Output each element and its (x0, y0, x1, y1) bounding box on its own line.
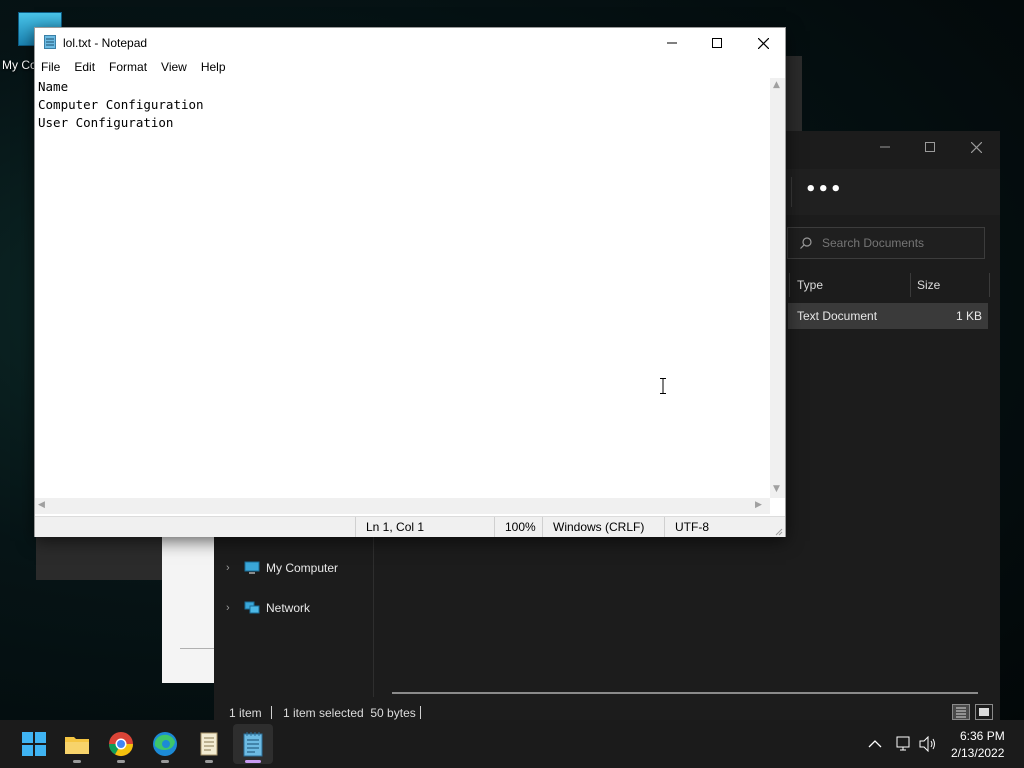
scroll-right-arrow-icon[interactable]: ▶ (755, 500, 762, 510)
menu-format[interactable]: Format (103, 58, 153, 78)
close-button[interactable] (740, 28, 786, 58)
text-editor[interactable]: Name Computer Configuration User Configu… (35, 78, 770, 498)
background-window (36, 536, 166, 580)
close-icon (970, 141, 982, 153)
volume-icon[interactable] (919, 736, 937, 752)
column-separator (789, 273, 790, 297)
column-separator (910, 273, 911, 297)
notepad-icon[interactable] (239, 730, 267, 758)
document-line (180, 648, 214, 649)
scroll-left-arrow-icon[interactable]: ◀ (38, 500, 45, 510)
search-input[interactable] (820, 235, 974, 251)
column-header-type[interactable]: Type (797, 278, 823, 292)
chevron-right-icon[interactable]: › (226, 562, 240, 574)
file-type: Text Document (797, 309, 878, 323)
close-icon (757, 37, 769, 49)
status-item-count: 1 item (229, 706, 262, 720)
network-status-icon[interactable] (894, 736, 912, 752)
text-line[interactable]: Name (35, 78, 770, 96)
menu-bar: File Edit Format View Help (35, 58, 785, 78)
edge-icon[interactable] (151, 730, 179, 758)
status-separator (420, 706, 421, 719)
menu-file[interactable]: File (35, 58, 66, 78)
status-selection: 1 item selected 50 bytes (283, 706, 416, 720)
chevron-right-icon[interactable]: › (226, 602, 240, 614)
tiles-view-button[interactable] (975, 704, 993, 720)
clock-time[interactable]: 6:36 PM (960, 729, 1005, 743)
taskbar-active-indicator (245, 760, 261, 763)
nav-item-label: My Computer (266, 561, 339, 575)
chrome-icon[interactable] (107, 730, 135, 758)
column-header-size[interactable]: Size (917, 278, 940, 292)
menu-help[interactable]: Help (195, 58, 232, 78)
resize-grip-icon[interactable] (775, 528, 783, 536)
text-cursor-icon (660, 378, 666, 394)
status-separator (271, 706, 272, 719)
notepad-titlebar[interactable]: lol.txt - Notepad (35, 28, 785, 58)
windows-start-icon[interactable] (20, 730, 48, 758)
notepad-window[interactable]: lol.txt - Notepad File Edit Format View … (34, 27, 786, 537)
window-title: lol.txt - Notepad (63, 36, 148, 50)
taskbar-running-indicator (205, 760, 213, 763)
desktop-icon-label[interactable]: My Co (2, 58, 37, 72)
status-zoom: 100% (494, 517, 536, 537)
column-separator (989, 273, 990, 297)
minimize-button[interactable] (649, 28, 695, 58)
chevron-up-icon[interactable] (868, 739, 882, 749)
maximize-button[interactable] (907, 131, 953, 163)
maximize-icon (712, 38, 722, 48)
minimize-button[interactable] (862, 131, 908, 163)
computer-icon (244, 561, 260, 574)
nav-item-label: Network (266, 601, 311, 615)
search-icon (800, 237, 812, 249)
file-size: 1 KB (955, 309, 982, 323)
minimize-icon (667, 42, 677, 44)
scroll-down-arrow-icon[interactable]: ▼ (773, 484, 780, 494)
nav-item-my-computer[interactable]: › My Computer (226, 561, 338, 575)
notepad-app-icon (44, 35, 56, 49)
background-window-edge (786, 56, 802, 132)
status-encoding: UTF-8 (664, 517, 709, 537)
minimize-icon (880, 146, 890, 148)
details-view-icon (956, 707, 966, 718)
nav-pane-divider (373, 537, 374, 697)
taskbar-running-indicator (161, 760, 169, 763)
horizontal-scrollbar[interactable] (392, 692, 978, 694)
menu-edit[interactable]: Edit (68, 58, 101, 78)
file-row[interactable]: Text Document 1 KB (788, 303, 988, 329)
scroll-up-arrow-icon[interactable]: ▲ (773, 80, 780, 90)
notepad-status-bar: Ln 1, Col 1 100% Windows (CRLF) UTF-8 (35, 516, 785, 537)
maximize-icon (925, 142, 935, 152)
background-document (162, 536, 214, 683)
search-box[interactable] (787, 227, 985, 259)
maximize-button[interactable] (694, 28, 740, 58)
text-line[interactable]: Computer Configuration (35, 96, 770, 114)
text-line[interactable]: User Configuration (35, 114, 770, 132)
notes-app-icon[interactable] (195, 730, 223, 758)
menu-view[interactable]: View (155, 58, 193, 78)
toolbar-divider (791, 177, 792, 207)
more-options-button[interactable]: ••• (805, 179, 843, 200)
horizontal-scrollbar[interactable]: ◀ ▶ (35, 498, 770, 514)
status-position: Ln 1, Col 1 (355, 517, 424, 537)
tiles-view-icon (979, 708, 989, 716)
taskbar-running-indicator (117, 760, 125, 763)
taskbar-running-indicator (73, 760, 81, 763)
details-view-button[interactable] (952, 704, 970, 720)
clock-date[interactable]: 2/13/2022 (951, 746, 1004, 760)
status-line-ending: Windows (CRLF) (542, 517, 644, 537)
vertical-scrollbar[interactable]: ▲ ▼ (770, 78, 785, 498)
network-icon (244, 601, 260, 614)
file-explorer-icon[interactable] (63, 730, 91, 758)
close-button[interactable] (953, 131, 999, 163)
nav-item-network[interactable]: › Network (226, 601, 310, 615)
